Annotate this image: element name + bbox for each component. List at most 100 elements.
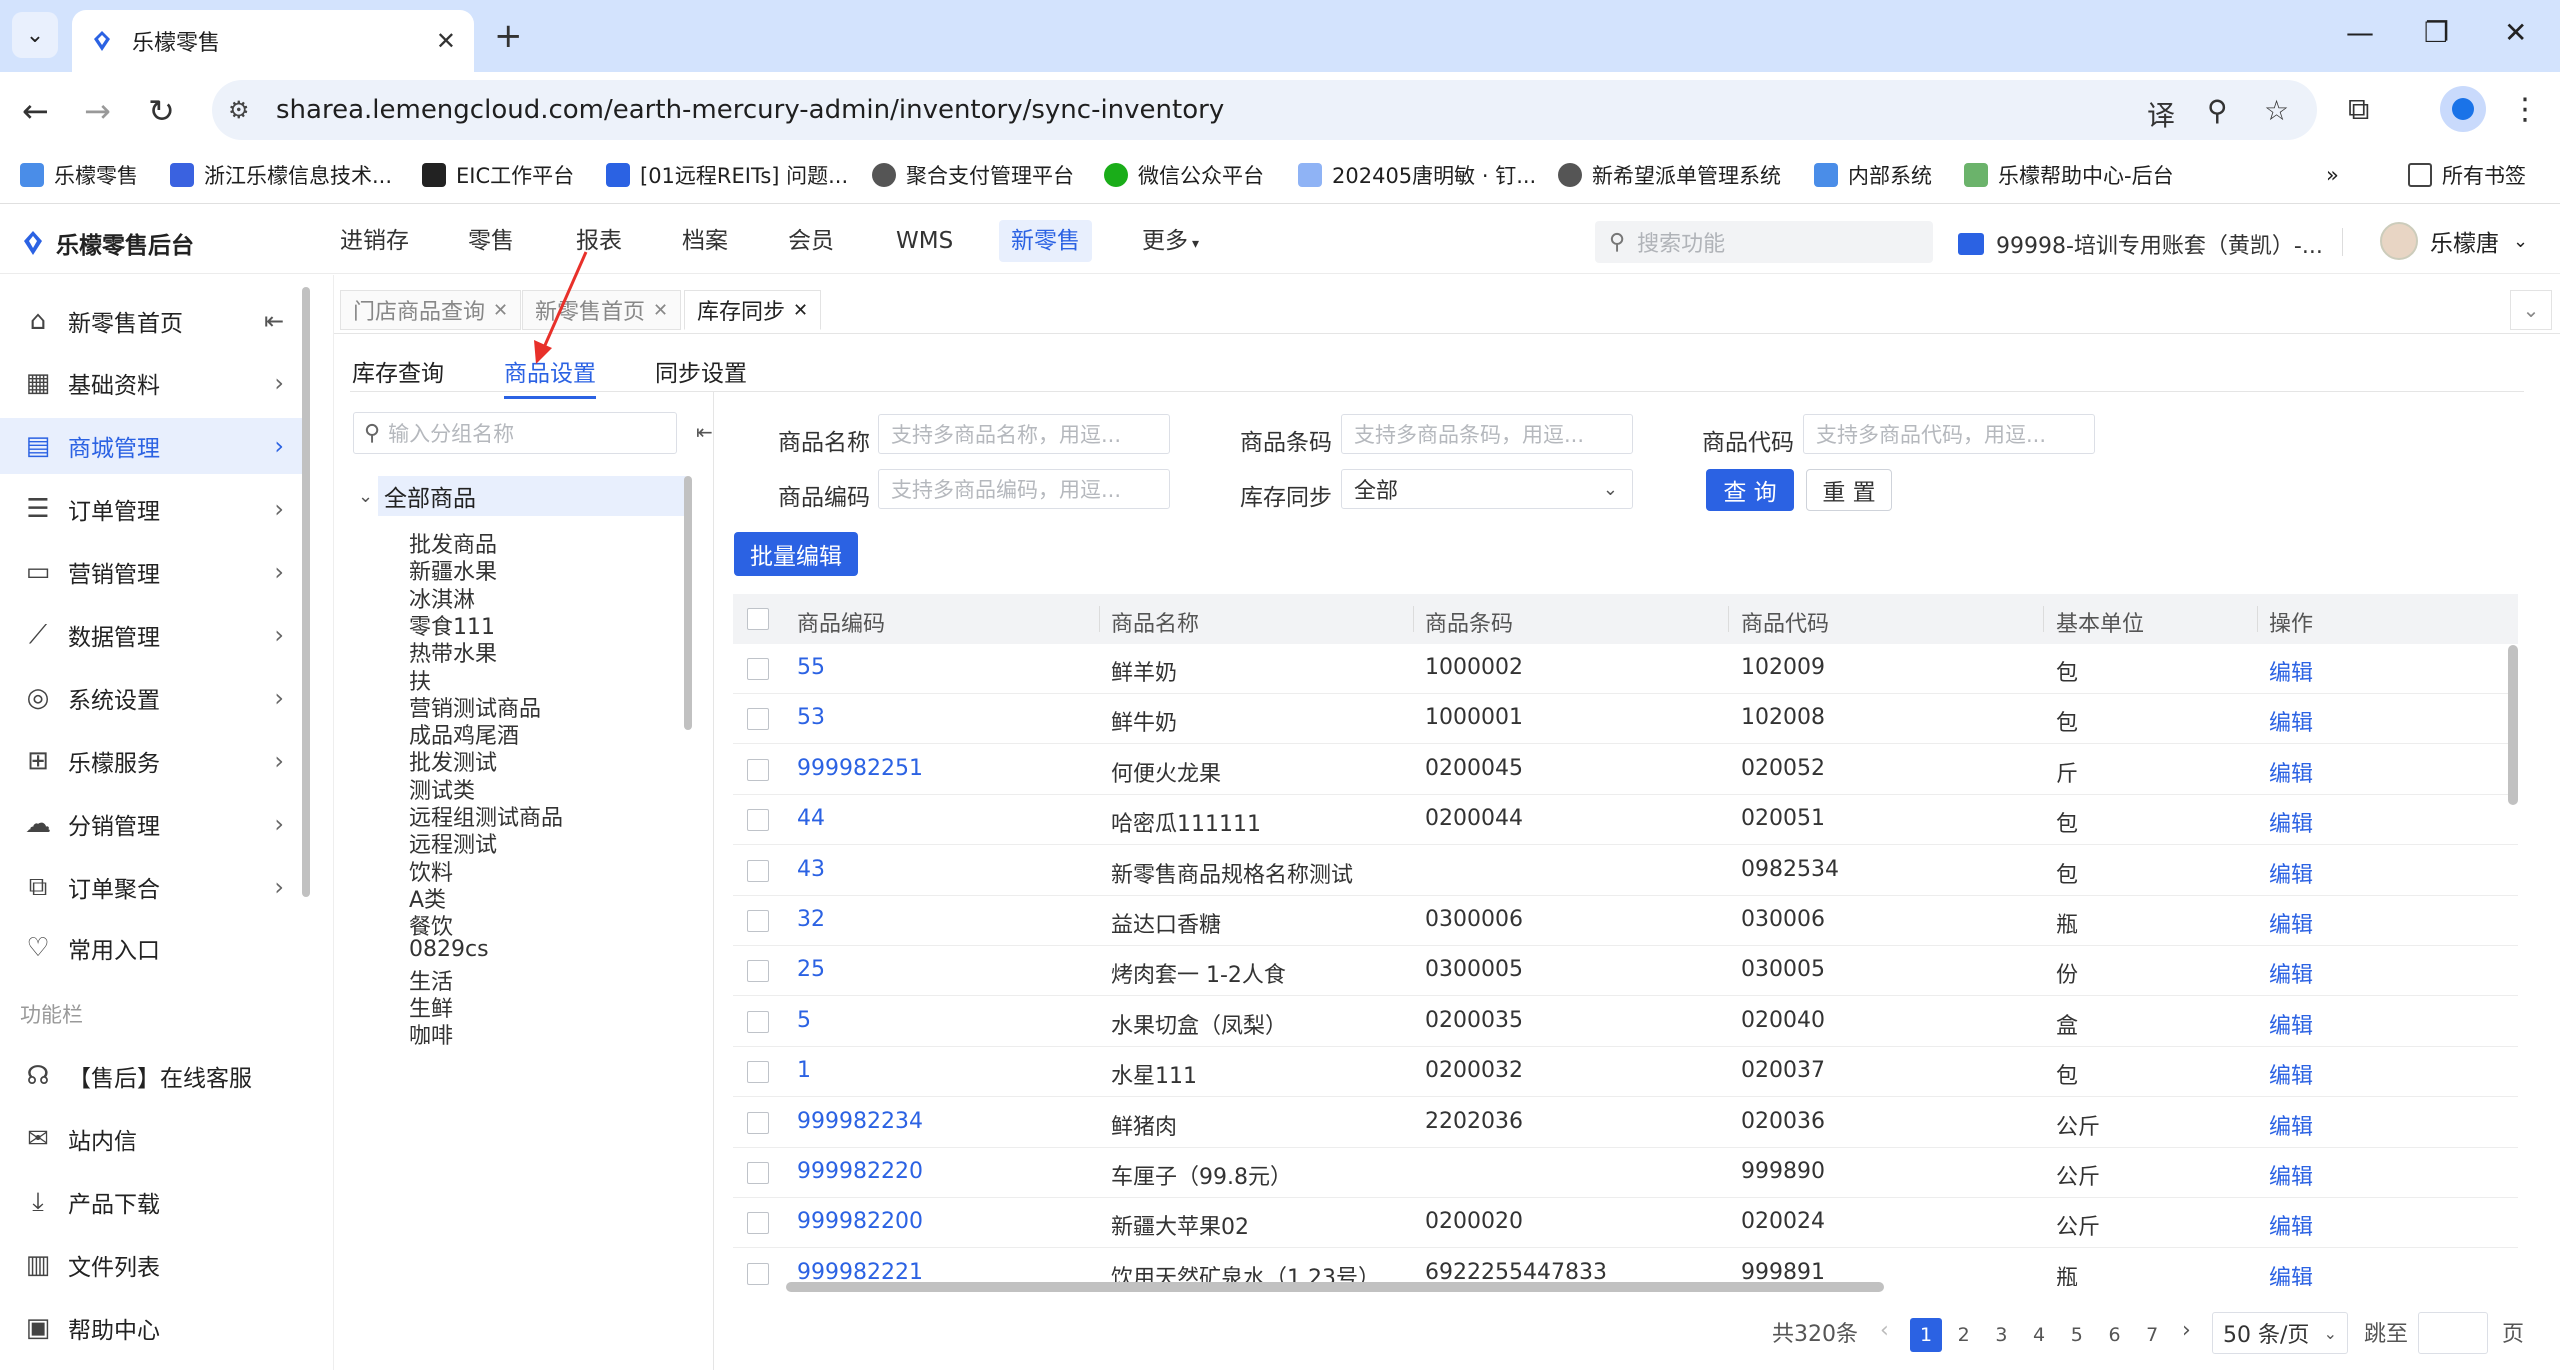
- all-bookmarks[interactable]: 所有书签: [2408, 160, 2526, 190]
- bookmark-item[interactable]: 202405唐明敏 · 钉...: [1298, 160, 1536, 190]
- browser-tab-active[interactable]: 乐檬零售 ✕: [72, 10, 474, 72]
- row-checkbox[interactable]: [747, 809, 769, 832]
- bookmark-item[interactable]: 乐檬零售: [20, 160, 138, 190]
- top-nav-more[interactable]: 更多 ▾: [1130, 220, 1211, 262]
- edit-link[interactable]: 编辑: [2269, 1159, 2313, 1191]
- sidebar-tool-file-list[interactable]: ▥ 文件列表: [0, 1237, 310, 1293]
- bookmark-item[interactable]: 微信公众平台: [1104, 160, 1264, 190]
- product-number-cell[interactable]: 44: [797, 806, 825, 831]
- product-number-cell[interactable]: 55: [797, 655, 825, 680]
- bookmark-star-icon[interactable]: ☆: [2264, 94, 2289, 127]
- collapse-tree-icon[interactable]: ⇤: [696, 420, 713, 444]
- product-barcode-input[interactable]: 支持多商品条码，用逗...: [1341, 414, 1633, 454]
- table-row[interactable]: 999982251 何便火龙果 0200045 020052 斤 编辑: [733, 745, 2518, 795]
- window-close-icon[interactable]: ✕: [2504, 16, 2527, 49]
- table-row[interactable]: 25 烤肉套一 1-2人食 0300005 030005 份 编辑: [733, 946, 2518, 997]
- table-row[interactable]: 999982220 车厘子（99.8元） 999890 公斤 编辑: [733, 1148, 2518, 1198]
- omnibox[interactable]: ⚙ sharea.lemengcloud.com/earth-mercury-a…: [212, 80, 2317, 140]
- row-checkbox[interactable]: [747, 1162, 769, 1184]
- row-checkbox[interactable]: [747, 960, 769, 983]
- page-number-button[interactable]: 2: [1948, 1318, 1980, 1352]
- top-nav-retail[interactable]: 零售: [456, 220, 526, 262]
- close-icon[interactable]: ✕: [793, 300, 808, 321]
- sidebar-item-order-management[interactable]: ☰ 订单管理 ›: [0, 481, 310, 537]
- sidebar-item-distribution[interactable]: ☁ 分销管理 ›: [0, 796, 310, 852]
- tree-scrollbar[interactable]: [684, 476, 692, 730]
- product-name-input[interactable]: 支持多商品名称，用逗...: [878, 414, 1170, 454]
- tab-product-settings[interactable]: 商品设置: [504, 354, 596, 399]
- page-tab-store-products[interactable]: 门店商品查询 ✕: [340, 290, 522, 330]
- column-header[interactable]: 商品代码: [1741, 606, 1829, 638]
- sidebar-item-mall-management[interactable]: ▤ 商城管理 ›: [0, 418, 310, 474]
- row-checkbox[interactable]: [747, 1212, 769, 1235]
- product-number-cell[interactable]: 999982220: [797, 1159, 923, 1184]
- prev-page-icon[interactable]: ‹: [1880, 1318, 1889, 1343]
- bookmark-item[interactable]: 聚合支付管理平台: [872, 160, 1074, 190]
- profile-avatar-icon[interactable]: [2440, 86, 2486, 132]
- row-checkbox[interactable]: [747, 910, 769, 932]
- page-size-select[interactable]: 50 条/页 ⌄: [2212, 1312, 2348, 1354]
- product-number-cell[interactable]: 5: [797, 1008, 811, 1033]
- translate-icon[interactable]: 译: [2147, 94, 2175, 134]
- top-nav-wms[interactable]: WMS: [884, 220, 965, 262]
- top-nav-reports[interactable]: 报表: [564, 220, 634, 262]
- edit-link[interactable]: 编辑: [2269, 1209, 2313, 1241]
- product-number-cell[interactable]: 999982200: [797, 1209, 923, 1234]
- reload-icon[interactable]: ↻: [148, 92, 175, 130]
- edit-link[interactable]: 编辑: [2269, 705, 2313, 737]
- inventory-sync-select[interactable]: 全部 ⌄: [1341, 469, 1633, 509]
- product-number-cell[interactable]: 999982234: [797, 1109, 923, 1134]
- bookmarks-overflow-icon[interactable]: »: [2326, 160, 2339, 190]
- reset-button[interactable]: 重 置: [1806, 469, 1892, 511]
- table-row[interactable]: 1 水星111 0200032 020037 包 编辑: [733, 1047, 2518, 1098]
- row-checkbox[interactable]: [747, 1061, 769, 1084]
- edit-link[interactable]: 编辑: [2269, 957, 2313, 989]
- row-checkbox[interactable]: [747, 859, 769, 882]
- batch-edit-button[interactable]: 批量编辑: [734, 532, 858, 576]
- page-tab-inventory-sync[interactable]: 库存同步 ✕: [684, 290, 822, 330]
- bookmark-item[interactable]: 新希望派单管理系统: [1558, 160, 1781, 190]
- table-row[interactable]: 43 新零售商品规格名称测试 0982534 包 编辑: [733, 846, 2518, 896]
- product-number-cell[interactable]: 32: [797, 907, 825, 932]
- sidebar-tool-help[interactable]: ▣ 帮助中心: [0, 1300, 310, 1356]
- edit-link[interactable]: 编辑: [2269, 806, 2313, 838]
- collapse-sidebar-icon[interactable]: ⇤: [264, 307, 284, 335]
- jump-page-input[interactable]: [2418, 1312, 2488, 1354]
- tree-root-all-products[interactable]: ⌄ 全部商品: [358, 476, 686, 516]
- sidebar-item-order-aggregation[interactable]: ⧉ 订单聚合 ›: [0, 859, 310, 915]
- browser-menu-icon[interactable]: ⋮: [2510, 92, 2540, 127]
- row-checkbox[interactable]: [747, 708, 769, 731]
- caret-down-icon[interactable]: ⌄: [358, 486, 373, 507]
- row-checkbox[interactable]: [747, 758, 769, 781]
- top-nav-archives[interactable]: 档案: [670, 220, 740, 262]
- group-search-input[interactable]: ⚲ 输入分组名称: [353, 412, 677, 454]
- edit-link[interactable]: 编辑: [2269, 655, 2313, 687]
- close-icon[interactable]: ✕: [653, 300, 668, 321]
- back-arrow-icon[interactable]: ←: [22, 92, 49, 130]
- edit-link[interactable]: 编辑: [2269, 1008, 2313, 1040]
- row-checkbox[interactable]: [747, 1010, 769, 1033]
- sidebar-scrollbar[interactable]: [302, 287, 310, 897]
- extensions-icon[interactable]: ⧉: [2348, 92, 2369, 127]
- table-row[interactable]: 53 鲜牛奶 1000001 102008 包 编辑: [733, 694, 2518, 745]
- top-nav-members[interactable]: 会员: [776, 220, 846, 262]
- forward-arrow-icon[interactable]: →: [84, 92, 111, 130]
- product-number-input[interactable]: 支持多商品编码，用逗...: [878, 469, 1170, 509]
- product-number-cell[interactable]: 1: [797, 1058, 811, 1083]
- page-number-button[interactable]: 1: [1910, 1318, 1942, 1352]
- page-number-button[interactable]: 6: [2099, 1318, 2131, 1352]
- page-number-button[interactable]: 3: [1985, 1318, 2017, 1352]
- column-header[interactable]: 基本单位: [2056, 606, 2144, 638]
- sidebar-item-basic-data[interactable]: ▦ 基础资料 ›: [0, 355, 310, 411]
- table-row[interactable]: 32 益达口香糖 0300006 030006 瓶 编辑: [733, 896, 2518, 946]
- sidebar-item-new-retail-home[interactable]: ⌂ 新零售首页 ⇤: [0, 293, 310, 349]
- select-all-checkbox[interactable]: [747, 608, 769, 630]
- tab-inventory-query[interactable]: 库存查询: [352, 354, 444, 396]
- product-number-cell[interactable]: 43: [797, 857, 825, 882]
- edit-link[interactable]: 编辑: [2269, 1109, 2313, 1141]
- bookmark-item[interactable]: [01远程REITs] 问题...: [606, 160, 848, 190]
- app-logo[interactable]: 乐檬零售后台: [20, 226, 194, 260]
- table-row[interactable]: 999982221 饮用天然矿泉水（1.23号） 6922255447833 9998…: [733, 1249, 2518, 1286]
- page-number-button[interactable]: 4: [2023, 1318, 2055, 1352]
- sidebar-item-marketing[interactable]: ▭ 营销管理 ›: [0, 544, 310, 600]
